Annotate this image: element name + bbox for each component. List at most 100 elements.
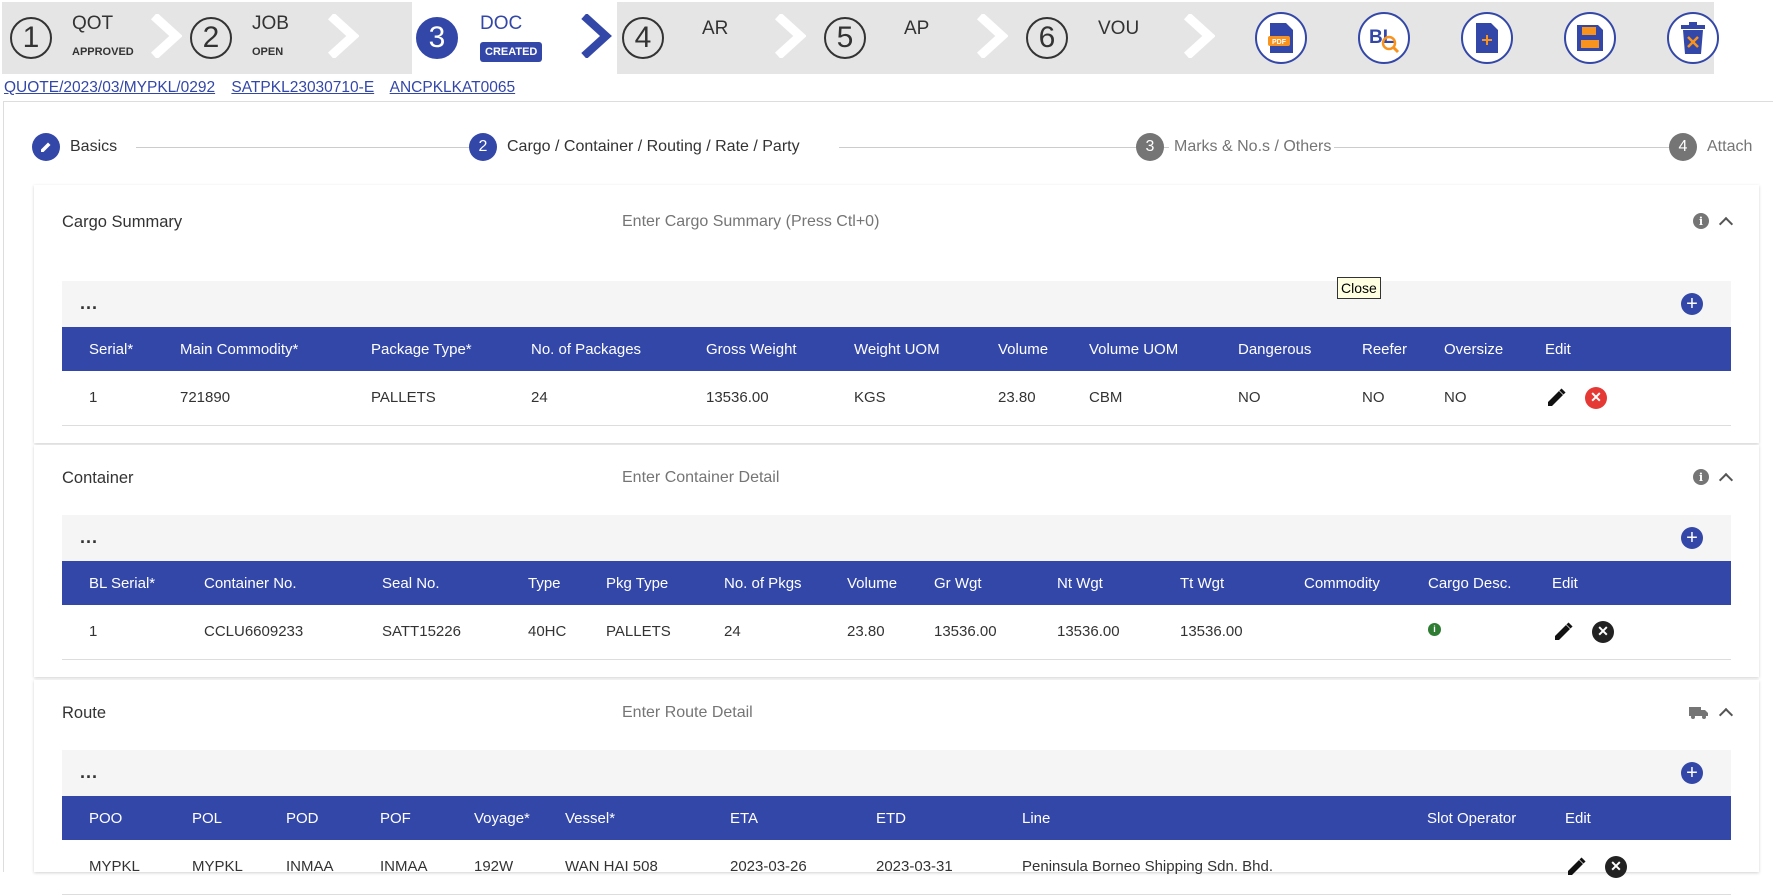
column-header: Oversize [1417, 327, 1518, 371]
add-row-button[interactable]: + [1681, 762, 1703, 784]
cell: 721890 [153, 371, 344, 426]
column-header: Edit [1538, 796, 1731, 840]
step-label: AR [702, 18, 729, 39]
cell: NO [1335, 371, 1417, 426]
column-header: Line [995, 796, 1400, 840]
cell: 13536.00 [1153, 605, 1277, 660]
cell: 2023-03-26 [703, 840, 849, 895]
info-icon[interactable]: i [1428, 622, 1441, 636]
column-header: Main Commodity* [153, 327, 344, 371]
column-header: Edit [1525, 561, 1731, 605]
chevron-right-icon [581, 14, 612, 58]
table-row: MYPKL MYPKL INMAA INMAA 192W WAN HAI 508… [62, 840, 1731, 895]
panel-icons: i [1693, 213, 1734, 231]
cargo-summary-input[interactable]: Enter Cargo Summary (Press Ctl+0) [622, 213, 879, 231]
delete-row-icon[interactable]: ✕ [1592, 620, 1614, 643]
more-options-button[interactable]: ... [80, 293, 98, 314]
add-row-button[interactable]: + [1681, 293, 1703, 315]
route-table: POO POL POD POF Voyage* Vessel* ETA ETD … [62, 796, 1731, 895]
chevron-up-icon[interactable] [1718, 472, 1734, 487]
cell: 2023-03-31 [849, 840, 995, 895]
cargo-summary-panel: Cargo Summary Enter Cargo Summary (Press… [34, 185, 1759, 443]
column-header: Slot Operator [1400, 796, 1538, 840]
chevron-right-icon [774, 14, 806, 58]
column-header: Gr Wgt [907, 561, 1030, 605]
column-header: Tt Wgt [1153, 561, 1277, 605]
column-header: Volume UOM [1062, 327, 1211, 371]
column-header: Vessel* [538, 796, 703, 840]
workflow-step-doc[interactable]: 3 DOC CREATED [412, 2, 617, 74]
column-header: Dangerous [1211, 327, 1335, 371]
column-header: ETD [849, 796, 995, 840]
stepper-label: Marks & No.s / Others [1174, 138, 1332, 155]
more-options-button[interactable]: ... [80, 762, 98, 783]
pencil-icon[interactable] [1565, 856, 1587, 878]
chevron-up-icon[interactable] [1718, 216, 1734, 231]
new-document-button[interactable] [1461, 12, 1513, 64]
stepper-step-cargo[interactable]: 2 Cargo / Container / Routing / Rate / P… [469, 133, 800, 161]
quote-link[interactable]: QUOTE/2023/03/MYPKL/0292 [4, 79, 215, 96]
pdf-button[interactable]: PDF [1255, 12, 1307, 64]
column-header: Package Type* [344, 327, 504, 371]
column-header: Weight UOM [827, 327, 971, 371]
pencil-icon[interactable] [1545, 387, 1567, 409]
job-link[interactable]: SATPKL23030710-E [231, 79, 374, 96]
stepper-step-basics[interactable]: Basics [32, 133, 117, 161]
workflow-step-ar[interactable]: 4 AR [614, 2, 814, 74]
container-detail-input[interactable]: Enter Container Detail [622, 469, 779, 487]
table-header-row: Serial* Main Commodity* Package Type* No… [62, 327, 1731, 371]
cell: CCLU6609233 [177, 605, 355, 660]
stepper-number: 4 [1669, 133, 1697, 161]
cell: Peninsula Borneo Shipping Sdn. Bhd. [995, 840, 1400, 895]
chevron-right-icon [976, 14, 1008, 58]
workflow-step-ap[interactable]: 5 AP [816, 2, 1016, 74]
cell: PALLETS [344, 371, 504, 426]
pencil-icon[interactable] [1552, 621, 1574, 643]
cell: PALLETS [579, 605, 697, 660]
column-header: Cargo Desc. [1401, 561, 1525, 605]
cell: 1 [62, 605, 177, 660]
column-header: BL Serial* [62, 561, 177, 605]
info-icon[interactable]: i [1693, 469, 1709, 485]
panel-title: Cargo Summary [62, 213, 183, 231]
delete-row-icon[interactable]: ✕ [1585, 386, 1607, 409]
column-header: Serial* [62, 327, 153, 371]
delete-row-icon[interactable]: ✕ [1605, 855, 1627, 878]
workflow-step-vou[interactable]: 6 VOU [1018, 2, 1218, 74]
column-header: POL [165, 796, 259, 840]
cell: WAN HAI 508 [538, 840, 703, 895]
step-label: DOC [480, 13, 523, 34]
delete-button[interactable] [1667, 12, 1719, 64]
chevron-right-icon [327, 14, 359, 58]
cell: 13536.00 [1030, 605, 1153, 660]
workflow-step-qot[interactable]: 1 QOT APPROVED [2, 2, 182, 74]
step-number: 4 [622, 17, 664, 59]
table-row: 1 721890 PALLETS 24 13536.00 KGS 23.80 C… [62, 371, 1731, 426]
route-detail-input[interactable]: Enter Route Detail [622, 704, 753, 722]
add-row-button[interactable]: + [1681, 527, 1703, 549]
chevron-right-icon [150, 14, 182, 58]
cell: 23.80 [971, 371, 1062, 426]
column-header: Container No. [177, 561, 355, 605]
table-row: 1 CCLU6609233 SATT15226 40HC PALLETS 24 … [62, 605, 1731, 660]
more-options-button[interactable]: ... [80, 527, 98, 548]
step-label: QOT [72, 13, 114, 34]
workflow-step-job[interactable]: 2 JOB OPEN [182, 2, 365, 74]
step-number: 3 [416, 17, 458, 59]
cell: 13536.00 [679, 371, 827, 426]
stepper-step-attach[interactable]: 4 Attach [1669, 133, 1752, 161]
route-panel: Route Enter Route Detail ... + POO POL P… [34, 680, 1759, 895]
info-icon[interactable]: i [1693, 213, 1709, 229]
stepper-number: 2 [469, 133, 497, 161]
chevron-up-icon[interactable] [1718, 707, 1734, 722]
truck-icon[interactable] [1689, 704, 1709, 720]
doc-link[interactable]: ANCPKLKAT0065 [390, 79, 516, 96]
column-header: Seal No. [355, 561, 501, 605]
cell: 24 [504, 371, 679, 426]
stepper-step-marks[interactable]: 3 Marks & No.s / Others [1136, 133, 1331, 161]
save-button[interactable] [1564, 12, 1616, 64]
bl-preview-button[interactable]: BL [1358, 12, 1410, 64]
cargo-table: Serial* Main Commodity* Package Type* No… [62, 327, 1731, 426]
cell: INMAA [259, 840, 353, 895]
reference-links: QUOTE/2023/03/MYPKL/0292 SATPKL23030710-… [4, 79, 527, 97]
